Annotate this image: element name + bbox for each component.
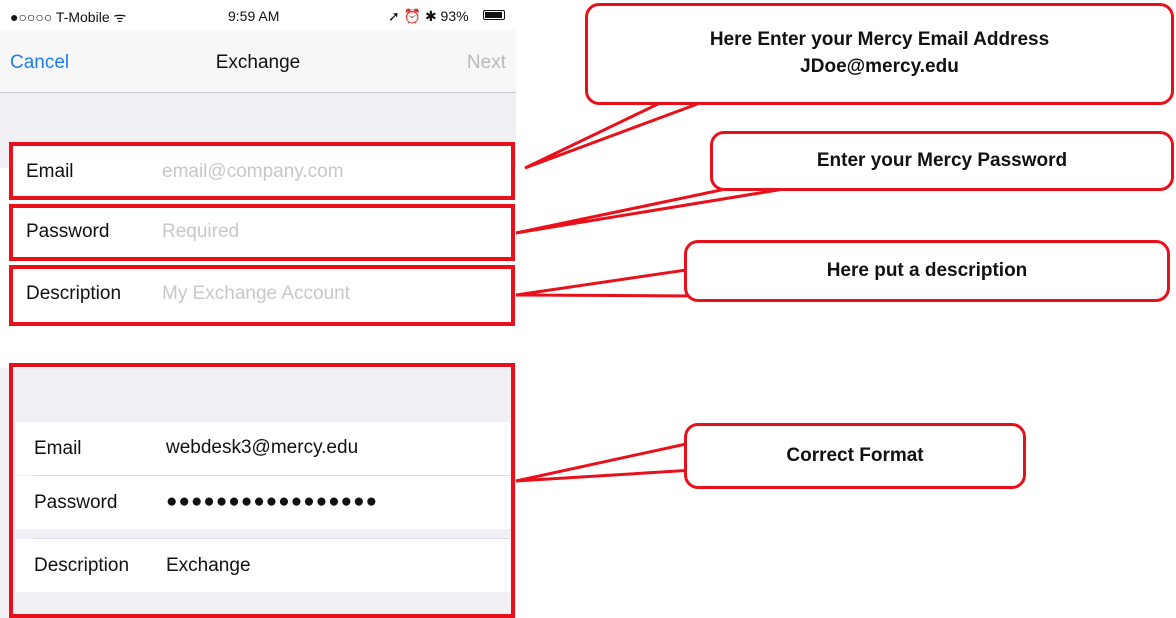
description-callout-text: Here put a description (826, 259, 1028, 281)
password-callout-text: Enter your Mercy Password (816, 149, 1068, 171)
description-callout-pointer (515, 268, 697, 298)
correct-format-callout-pointer (515, 442, 696, 483)
email-callout-pointer (524, 101, 701, 170)
password-callout: Enter your Mercy Password (710, 131, 1174, 191)
correct-format-callout-text: Correct Format (786, 444, 924, 466)
email-callout: Here Enter your Mercy Email Address JDoe… (585, 3, 1174, 105)
password-callout-pointer (515, 184, 791, 235)
correct-format-callout: Correct Format (684, 423, 1026, 489)
email-callout-line2: JDoe@mercy.edu (800, 56, 959, 77)
email-callout-line1: Here Enter your Mercy Email Address (709, 29, 1050, 51)
description-callout: Here put a description (684, 240, 1170, 302)
